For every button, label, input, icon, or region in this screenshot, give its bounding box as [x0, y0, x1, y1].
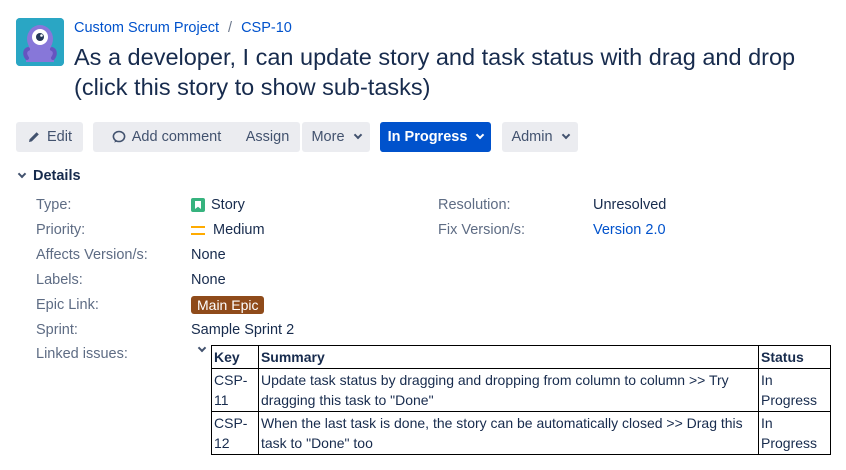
priority-medium-icon — [191, 225, 205, 235]
admin-button[interactable]: Admin — [502, 122, 578, 152]
resolution-value: Unresolved — [593, 197, 667, 213]
resolution-label: Resolution: — [438, 197, 511, 213]
linked-issue-summary: Update task status by dragging and dropp… — [257, 368, 760, 412]
sprint-label: Sprint: — [36, 322, 78, 338]
more-button[interactable]: More — [302, 122, 370, 152]
type-label: Type: — [36, 197, 72, 213]
assign-button-label: Assign — [245, 129, 290, 145]
labels-value: None — [191, 272, 226, 288]
priority-label: Priority: — [36, 222, 86, 238]
story-icon — [191, 198, 205, 212]
epic-badge[interactable]: Main Epic — [191, 296, 265, 314]
issue-title[interactable]: As a developer, I can update story and t… — [74, 42, 844, 102]
table-row[interactable]: CSP-11 Update task status by dragging an… — [211, 368, 831, 412]
comment-icon — [112, 130, 126, 143]
type-value-text: Story — [211, 197, 245, 213]
priority-value-text: Medium — [213, 222, 265, 238]
status-button[interactable]: In Progress — [380, 122, 491, 152]
sprint-value: Sample Sprint 2 — [191, 322, 295, 338]
fix-version-link[interactable]: Version 2.0 — [593, 222, 666, 238]
linked-issue-key[interactable]: CSP-11 — [211, 368, 259, 412]
breadcrumb-issue-key-link[interactable]: CSP-10 — [241, 20, 292, 36]
project-avatar-icon[interactable] — [16, 18, 64, 66]
linked-issue-status: In Progress — [758, 368, 831, 412]
linked-issues-toggle-icon[interactable] — [197, 343, 207, 353]
epic-link-value: Main Epic — [191, 296, 265, 314]
linked-issue-summary: When the last task is done, the story ca… — [257, 411, 760, 455]
details-heading: Details — [33, 168, 81, 184]
assign-button[interactable]: Assign — [235, 122, 300, 152]
epic-link-label: Epic Link: — [36, 297, 99, 313]
linked-issue-status: In Progress — [758, 411, 831, 455]
breadcrumb-separator: / — [228, 20, 233, 36]
chevron-down-icon — [353, 130, 362, 140]
priority-value: Medium — [191, 222, 265, 238]
column-header-key: Key — [211, 345, 259, 369]
column-header-summary: Summary — [257, 345, 760, 369]
labels-label: Labels: — [36, 272, 83, 288]
affects-version-label: Affects Version/s: — [36, 247, 148, 263]
column-header-status: Status — [758, 345, 831, 369]
linked-issues-label: Linked issues: — [36, 346, 128, 362]
linked-issue-key[interactable]: CSP-12 — [211, 411, 259, 455]
breadcrumb: Custom Scrum Project / CSP-10 — [74, 20, 292, 36]
breadcrumb-project-link[interactable]: Custom Scrum Project — [74, 20, 219, 36]
table-row[interactable]: CSP-12 When the last task is done, the s… — [211, 411, 831, 455]
fix-version-label: Fix Version/s: — [438, 222, 526, 238]
chevron-down-icon — [561, 130, 570, 140]
linked-issues-table: Key Summary Status CSP-11 Update task st… — [211, 345, 831, 455]
type-value: Story — [191, 197, 245, 213]
status-button-label: In Progress — [387, 129, 468, 145]
pencil-icon — [29, 132, 39, 142]
affects-version-value: None — [191, 247, 226, 263]
more-button-label: More — [311, 129, 345, 145]
table-header-row: Key Summary Status — [211, 345, 831, 369]
add-comment-button[interactable]: Add comment — [93, 122, 240, 152]
edit-button[interactable]: Edit — [16, 122, 83, 152]
add-comment-button-label: Add comment — [131, 129, 222, 145]
chevron-down-icon — [17, 169, 27, 179]
details-section-toggle[interactable]: Details — [16, 168, 81, 184]
edit-button-label: Edit — [47, 129, 72, 145]
admin-button-label: Admin — [511, 129, 553, 145]
chevron-down-icon — [476, 130, 485, 140]
